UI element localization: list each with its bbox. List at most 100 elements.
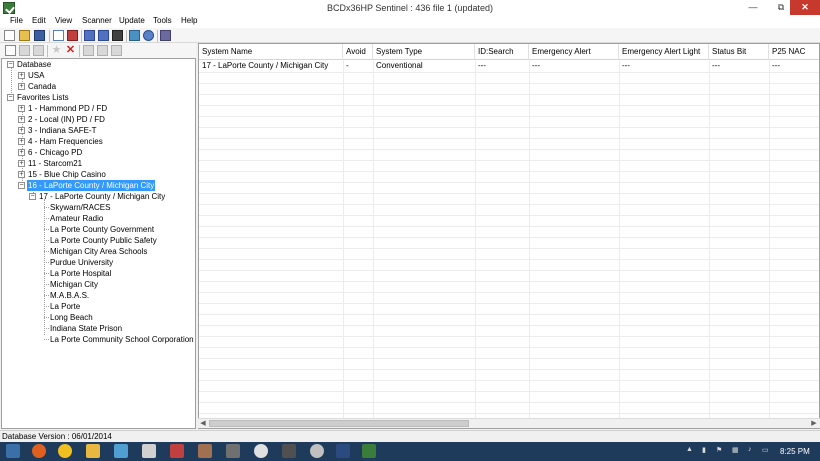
table-cell-id-search[interactable]: --- bbox=[475, 61, 486, 71]
app-icon-taskbar[interactable] bbox=[170, 444, 184, 458]
tree-node-favorite[interactable]: 4 - Ham Frequencies bbox=[28, 136, 103, 147]
start-icon[interactable] bbox=[6, 444, 20, 458]
tree-node-department[interactable]: La Porte Hospital bbox=[50, 268, 111, 279]
column-header-emergency-alert-light[interactable]: Emergency Alert Light bbox=[619, 44, 709, 60]
tree-node-database[interactable]: Database bbox=[17, 59, 51, 70]
tree-node-department[interactable]: La Porte County Public Safety bbox=[50, 235, 157, 246]
tree-node-favorite[interactable]: 1 - Hammond PD / FD bbox=[28, 103, 107, 114]
chrome-icon[interactable] bbox=[58, 444, 72, 458]
delete-icon[interactable]: ✕ bbox=[65, 45, 76, 56]
table-cell-system-name[interactable]: 17 - LaPorte County / Michigan City bbox=[199, 61, 328, 71]
tree-node-favorite[interactable]: 6 - Chicago PD bbox=[28, 147, 82, 158]
tree-node-favorite[interactable]: 11 - Starcom21 bbox=[28, 158, 82, 169]
menu-view[interactable]: View bbox=[55, 16, 72, 25]
column-header-p25-nac[interactable]: P25 NAC bbox=[769, 44, 819, 60]
tree-node-favorites[interactable]: Favorites Lists bbox=[17, 92, 69, 103]
tree-node-department[interactable]: M.A.B.A.S. bbox=[50, 290, 89, 301]
tree-node-department[interactable]: Long Beach bbox=[50, 312, 93, 323]
taskbar-clock[interactable]: 8:25 PM bbox=[780, 447, 810, 456]
scrollbar-thumb[interactable] bbox=[209, 420, 469, 427]
new-item-icon[interactable] bbox=[5, 45, 16, 56]
menu-file[interactable]: File bbox=[10, 16, 23, 25]
app-icon-taskbar[interactable] bbox=[310, 444, 324, 458]
network-icon[interactable] bbox=[129, 30, 140, 41]
expander-favorite[interactable]: + bbox=[18, 160, 25, 167]
menu-tools[interactable]: Tools bbox=[153, 16, 172, 25]
stop-icon[interactable] bbox=[112, 30, 123, 41]
tree-node-usa[interactable]: USA bbox=[28, 70, 44, 81]
sentinel-taskbar-icon[interactable] bbox=[362, 444, 376, 458]
menu-help[interactable]: Help bbox=[181, 16, 197, 25]
tray-battery-icon[interactable]: ▭ bbox=[762, 446, 769, 454]
read-scanner-icon[interactable] bbox=[84, 30, 95, 41]
menu-update[interactable]: Update bbox=[119, 16, 145, 25]
tree-node-department[interactable]: La Porte Community School Corporation bbox=[50, 334, 194, 345]
edit-icon[interactable] bbox=[53, 30, 64, 41]
horizontal-scrollbar[interactable]: ◀ ▶ bbox=[198, 418, 820, 428]
move-icon[interactable] bbox=[33, 45, 44, 56]
tree-node-department[interactable]: Michigan City Area Schools bbox=[50, 246, 147, 257]
app-icon-taskbar[interactable] bbox=[226, 444, 240, 458]
app-icon-taskbar[interactable] bbox=[254, 444, 268, 458]
close-button[interactable]: ✕ bbox=[790, 0, 820, 15]
expander-database[interactable]: − bbox=[7, 61, 14, 68]
table-cell-system-type[interactable]: Conventional bbox=[373, 61, 423, 71]
expander-system[interactable]: − bbox=[29, 193, 36, 200]
tree-node-system[interactable]: 17 - LaPorte County / Michigan City bbox=[39, 191, 165, 202]
table-cell-emergency-alert[interactable]: --- bbox=[529, 61, 540, 71]
tree-node-canada[interactable]: Canada bbox=[28, 81, 56, 92]
table-cell-avoid[interactable]: - bbox=[343, 61, 349, 71]
save-icon[interactable] bbox=[34, 30, 45, 41]
tree-node-favorite[interactable]: 3 - Indiana SAFE-T bbox=[28, 125, 96, 136]
explorer-icon[interactable] bbox=[86, 444, 100, 458]
table-cell-emergency-alert-light[interactable]: --- bbox=[619, 61, 630, 71]
expander-favorite-selected[interactable]: − bbox=[18, 182, 25, 189]
table-cell-p25-nac[interactable]: --- bbox=[769, 61, 780, 71]
globe-icon[interactable] bbox=[143, 30, 154, 41]
tray-flag-icon[interactable]: ⚑ bbox=[716, 446, 722, 454]
app-icon-taskbar[interactable] bbox=[142, 444, 156, 458]
column-header-emergency-alert[interactable]: Emergency Alert bbox=[529, 44, 619, 60]
expander-canada[interactable]: + bbox=[18, 83, 25, 90]
scroll-right-icon[interactable]: ▶ bbox=[810, 420, 818, 428]
menu-scanner[interactable]: Scanner bbox=[82, 16, 112, 25]
sort-icon[interactable] bbox=[111, 45, 122, 56]
column-header-id-search[interactable]: ID:Search bbox=[475, 44, 529, 60]
copy-icon[interactable] bbox=[19, 45, 30, 56]
expander-favorite[interactable]: + bbox=[18, 116, 25, 123]
write-scanner-icon[interactable] bbox=[98, 30, 109, 41]
scroll-left-icon[interactable]: ◀ bbox=[199, 420, 207, 428]
column-header-system-type[interactable]: System Type bbox=[373, 44, 475, 60]
expander-favorite[interactable]: + bbox=[18, 149, 25, 156]
expander-favorites[interactable]: − bbox=[7, 94, 14, 101]
app-icon-taskbar[interactable] bbox=[282, 444, 296, 458]
firefox-icon[interactable] bbox=[32, 444, 46, 458]
settings-icon[interactable] bbox=[160, 30, 171, 41]
menu-edit[interactable]: Edit bbox=[32, 16, 46, 25]
app-icon-taskbar[interactable] bbox=[336, 444, 350, 458]
expander-usa[interactable]: + bbox=[18, 72, 25, 79]
tree-node-favorite-selected[interactable]: 16 - LaPorte County / Michigan City bbox=[27, 180, 156, 191]
minimize-button[interactable]: — bbox=[740, 0, 766, 15]
systems-grid[interactable]: System Name Avoid System Type ID:Search … bbox=[198, 43, 820, 429]
tools-icon[interactable] bbox=[67, 30, 78, 41]
tree-node-department[interactable]: Indiana State Prison bbox=[50, 323, 122, 334]
expander-favorite[interactable]: + bbox=[18, 105, 25, 112]
star-icon[interactable]: ★ bbox=[51, 45, 62, 56]
expander-favorite[interactable]: + bbox=[18, 171, 25, 178]
tray-chevron-icon[interactable]: ▲ bbox=[686, 446, 693, 453]
expander-favorite[interactable]: + bbox=[18, 127, 25, 134]
table-cell-status-bit[interactable]: --- bbox=[709, 61, 720, 71]
tree-node-favorite[interactable]: 15 - Blue Chip Casino bbox=[28, 169, 106, 180]
app-icon-taskbar[interactable] bbox=[114, 444, 128, 458]
tray-volume-icon[interactable]: ♪ bbox=[748, 446, 752, 453]
tree-node-department[interactable]: La Porte County Government bbox=[50, 224, 154, 235]
app-icon-taskbar[interactable] bbox=[198, 444, 212, 458]
tree-node-favorite[interactable]: 2 - Local (IN) PD / FD bbox=[28, 114, 105, 125]
tree-node-department[interactable]: Amateur Radio bbox=[50, 213, 103, 224]
sort-up-icon[interactable] bbox=[83, 45, 94, 56]
tree-node-department[interactable]: Michigan City bbox=[50, 279, 98, 290]
sort-down-icon[interactable] bbox=[97, 45, 108, 56]
expander-favorite[interactable]: + bbox=[18, 138, 25, 145]
tray-network-icon[interactable]: ▮ bbox=[702, 446, 706, 454]
